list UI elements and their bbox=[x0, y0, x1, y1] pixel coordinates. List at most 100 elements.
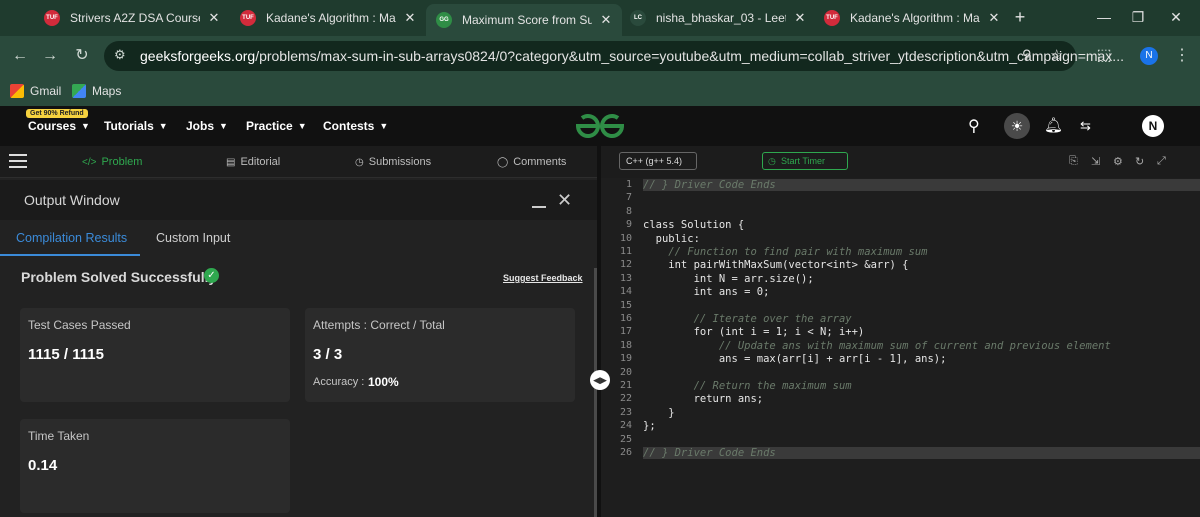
nav-practice[interactable]: Practice ▼ bbox=[246, 119, 307, 133]
attempts-card: Attempts : Correct / Total 3 / 3 Accurac… bbox=[305, 308, 575, 402]
minimize-output-icon[interactable] bbox=[532, 206, 546, 208]
nav-courses[interactable]: Courses ▼ bbox=[28, 119, 90, 133]
browser-tab[interactable]: TUF Kadane's Algorithm : Maxim ✕ bbox=[814, 4, 1010, 32]
bookmark-gmail[interactable]: Gmail bbox=[10, 82, 61, 100]
code-line: // Function to find pair with maximum su… bbox=[643, 246, 928, 258]
refresh-icon[interactable]: ↻ bbox=[1135, 155, 1144, 168]
gmail-icon bbox=[10, 84, 24, 98]
attempts-value: 3 / 3 bbox=[313, 346, 343, 363]
reset-code-icon[interactable]: ⎘ bbox=[1069, 155, 1078, 168]
code-line: for (int i = 1; i < N; i++) bbox=[643, 326, 865, 339]
tab-favicon-icon: TUF bbox=[44, 10, 60, 26]
tab-custom-input[interactable]: Custom Input bbox=[156, 231, 230, 245]
translate-icon[interactable]: ⇆ bbox=[1080, 118, 1091, 134]
restore-window-button[interactable]: ❐ bbox=[1118, 6, 1158, 28]
resize-handle-icon[interactable]: ◀▶ bbox=[590, 370, 610, 390]
browser-tab[interactable]: LC nisha_bhaskar_03 - LeetCod ✕ bbox=[620, 4, 816, 32]
code-line: // } Driver Code Ends bbox=[643, 447, 1200, 459]
status-text: Problem Solved Successfully bbox=[21, 269, 217, 285]
suggest-feedback-link[interactable]: Suggest Feedback bbox=[503, 273, 583, 283]
nav-jobs[interactable]: Jobs ▼ bbox=[186, 119, 228, 133]
browser-tab[interactable]: TUF Kadane's Algorithm : Maxim ✕ bbox=[230, 4, 426, 32]
tab-comments[interactable]: ◯ Comments bbox=[497, 156, 566, 168]
reload-icon[interactable]: ↻ bbox=[70, 44, 94, 68]
line-number: 26 bbox=[619, 447, 632, 458]
chevron-down-icon: ▼ bbox=[219, 121, 228, 131]
code-line: // Return the maximum sum bbox=[643, 380, 852, 392]
tab-problem[interactable]: </> Problem bbox=[82, 156, 142, 168]
chevron-down-icon: ▼ bbox=[379, 121, 389, 131]
comment-icon: ◯ bbox=[497, 156, 509, 168]
line-number: 14 bbox=[619, 286, 632, 298]
browser-tab[interactable]: TUF Strivers A2Z DSA Course/Sh ✕ bbox=[34, 4, 230, 32]
time-card: Time Taken 0.14 bbox=[20, 419, 290, 513]
code-line: int N = arr.size(); bbox=[643, 272, 814, 285]
line-number: 22 bbox=[619, 393, 632, 405]
site-info-icon[interactable]: ⚙ bbox=[114, 47, 126, 63]
menu-dots-icon[interactable]: ⋮ bbox=[1170, 44, 1194, 68]
close-tab-icon[interactable]: ✕ bbox=[206, 10, 222, 26]
bookmark-maps[interactable]: Maps bbox=[72, 82, 121, 100]
tab-submissions[interactable]: ◷ Submissions bbox=[355, 156, 431, 168]
tab-favicon-icon: TUF bbox=[824, 10, 840, 26]
panel-divider[interactable] bbox=[597, 146, 601, 517]
extensions-icon[interactable]: ⬚ bbox=[1092, 44, 1116, 68]
notification-bell-icon[interactable]: 🔔︎ bbox=[1044, 116, 1063, 134]
refund-badge: Get 90% Refund bbox=[26, 109, 88, 118]
close-tab-icon[interactable]: ✕ bbox=[986, 10, 1002, 26]
gfg-logo[interactable] bbox=[574, 110, 626, 147]
time-label: Time Taken bbox=[28, 429, 90, 443]
close-window-button[interactable]: ✕ bbox=[1156, 6, 1196, 28]
tab-compilation-results[interactable]: Compilation Results bbox=[16, 231, 127, 245]
chevron-down-icon: ▼ bbox=[158, 121, 168, 131]
history-icon: ◷ bbox=[355, 156, 364, 168]
forward-icon[interactable]: → bbox=[38, 44, 62, 68]
theme-toggle-icon[interactable]: ☀ bbox=[1004, 113, 1030, 139]
close-tab-icon[interactable]: ✕ bbox=[402, 10, 418, 26]
back-icon[interactable]: ← bbox=[8, 44, 32, 68]
bookmark-star-icon[interactable]: ☆ bbox=[1050, 46, 1063, 64]
chevron-down-icon: ▼ bbox=[81, 121, 90, 131]
hamburger-menu-icon[interactable] bbox=[9, 152, 27, 170]
tab-favicon-icon: LC bbox=[630, 10, 646, 26]
attempts-label: Attempts : Correct / Total bbox=[313, 318, 445, 332]
time-value: 0.14 bbox=[28, 457, 58, 474]
bookmark-label: Maps bbox=[92, 84, 122, 98]
tab-editorial[interactable]: ▤ Editorial bbox=[226, 156, 280, 168]
address-bar[interactable]: ⚙ geeksforgeeks.org/problems/max-sum-in-… bbox=[104, 41, 1124, 71]
nav-tutorials[interactable]: Tutorials ▼ bbox=[104, 119, 168, 133]
line-number: 13 bbox=[619, 272, 632, 284]
start-timer-button[interactable]: ◷ Start Timer bbox=[762, 152, 848, 170]
browser-tab[interactable]: GG Maximum Score from Subar ✕ bbox=[426, 4, 622, 36]
search-icon[interactable]: ⚲ bbox=[1022, 47, 1032, 63]
tab-favicon-icon: TUF bbox=[240, 10, 256, 26]
language-select[interactable]: C++ (g++ 5.4) bbox=[619, 152, 697, 170]
fullscreen-settings-icon[interactable]: ⇲ bbox=[1091, 155, 1100, 168]
profile-avatar[interactable]: N bbox=[1140, 47, 1158, 65]
accuracy-label: Accuracy : bbox=[313, 376, 365, 388]
user-avatar[interactable]: N bbox=[1142, 115, 1164, 137]
tab-title: Maximum Score from Subar bbox=[462, 13, 592, 27]
testcases-card: Test Cases Passed 1115 / 1115 bbox=[20, 308, 290, 402]
code-line: ans = max(arr[i] + arr[i - 1], ans); bbox=[643, 353, 947, 366]
line-number: 9 bbox=[625, 219, 632, 231]
close-tab-icon[interactable]: ✕ bbox=[598, 12, 614, 28]
close-output-icon[interactable]: ✕ bbox=[557, 190, 572, 211]
active-tab-underline bbox=[0, 254, 140, 256]
line-number: 19 bbox=[619, 353, 632, 365]
code-line: return ans; bbox=[643, 393, 764, 406]
settings-icon[interactable]: ⚙ bbox=[1113, 155, 1123, 168]
line-number: 23 bbox=[619, 406, 632, 418]
expand-icon[interactable]: ⤢ bbox=[1157, 155, 1166, 168]
line-number: 15 bbox=[619, 299, 632, 311]
nav-contests[interactable]: Contests ▼ bbox=[323, 119, 388, 133]
close-tab-icon[interactable]: ✕ bbox=[792, 10, 808, 26]
line-number: 16 bbox=[619, 313, 632, 324]
code-line: int ans = 0; bbox=[643, 286, 770, 299]
chevron-down-icon: ▼ bbox=[297, 121, 307, 131]
document-icon: ▤ bbox=[226, 156, 236, 168]
search-icon[interactable]: ⚲ bbox=[968, 116, 980, 136]
line-number: 24 bbox=[619, 420, 632, 432]
line-number: 8 bbox=[625, 205, 632, 217]
new-tab-button[interactable]: + bbox=[1010, 8, 1030, 28]
